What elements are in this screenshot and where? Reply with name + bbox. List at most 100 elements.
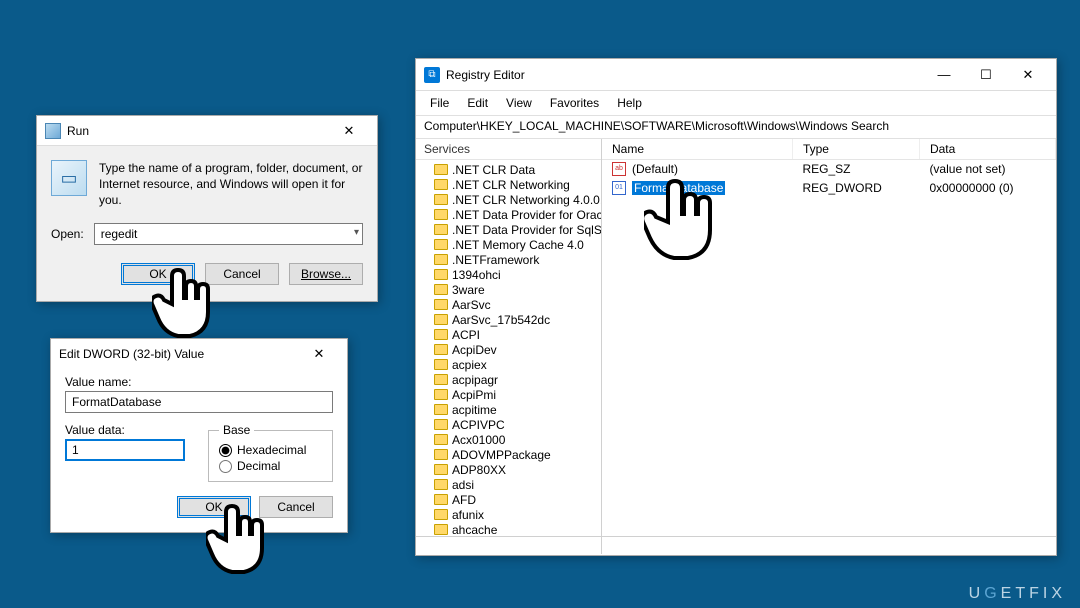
folder-icon [434, 449, 448, 460]
close-icon[interactable]: ✕ [1008, 61, 1048, 89]
dec-radio[interactable]: Decimal [219, 459, 322, 473]
folder-icon [434, 524, 448, 535]
tree-item[interactable]: .NET CLR Networking 4.0.0.0 [434, 192, 601, 207]
run-icon-small [45, 123, 61, 139]
values-pane[interactable]: Name Type Data ab(Default)REG_SZ(value n… [602, 139, 1056, 536]
open-label: Open: [51, 227, 84, 241]
folder-icon [434, 164, 448, 175]
folder-icon [434, 224, 448, 235]
folder-icon [434, 344, 448, 355]
edit-dword-dialog: Edit DWORD (32-bit) Value ✕ Value name: … [50, 338, 348, 533]
open-input[interactable] [94, 223, 363, 245]
folder-icon [434, 179, 448, 190]
tree-item[interactable]: ahcache [434, 522, 601, 536]
tree-item[interactable]: 1394ohci [434, 267, 601, 282]
dword-title: Edit DWORD (32-bit) Value [59, 347, 204, 361]
col-name[interactable]: Name [602, 139, 792, 160]
string-value-icon: ab [612, 162, 626, 176]
tree-header: Services [416, 139, 601, 160]
tree-item[interactable]: ACPI [434, 327, 601, 342]
valuename-label: Value name: [65, 375, 333, 389]
folder-icon [434, 209, 448, 220]
browse-button[interactable]: Browse... [289, 263, 363, 285]
run-dialog: Run ✕ ▭ Type the name of a program, fold… [36, 115, 378, 302]
regedit-window: ⧉ Registry Editor — ☐ ✕ File Edit View F… [415, 58, 1057, 556]
col-data[interactable]: Data [919, 139, 1055, 160]
hex-radio[interactable]: Hexadecimal [219, 443, 322, 457]
cancel-button[interactable]: Cancel [259, 496, 333, 518]
close-icon[interactable]: ✕ [329, 117, 369, 145]
folder-icon [434, 239, 448, 250]
valuedata-label: Value data: [65, 423, 190, 437]
valuename-input[interactable] [65, 391, 333, 413]
tree-item[interactable]: AcpiDev [434, 342, 601, 357]
folder-icon [434, 194, 448, 205]
folder-icon [434, 374, 448, 385]
folder-icon [434, 359, 448, 370]
regedit-icon: ⧉ [424, 67, 440, 83]
folder-icon [434, 299, 448, 310]
base-label: Base [219, 423, 254, 437]
menu-edit[interactable]: Edit [459, 93, 496, 113]
value-row[interactable]: 01FormatDatabaseREG_DWORD0x00000000 (0) [602, 179, 1056, 198]
run-title: Run [67, 124, 89, 138]
folder-icon [434, 404, 448, 415]
cancel-button[interactable]: Cancel [205, 263, 279, 285]
address-bar[interactable]: Computer\HKEY_LOCAL_MACHINE\SOFTWARE\Mic… [416, 116, 1056, 139]
folder-icon [434, 389, 448, 400]
folder-icon [434, 254, 448, 265]
regedit-title: Registry Editor [446, 68, 525, 82]
menu-help[interactable]: Help [609, 93, 650, 113]
tree-item[interactable]: ACPIVPC [434, 417, 601, 432]
tree-item[interactable]: AcpiPmi [434, 387, 601, 402]
tree-item[interactable]: .NET Memory Cache 4.0 [434, 237, 601, 252]
dword-value-icon: 01 [612, 181, 626, 195]
tree-pane[interactable]: Services .NET CLR Data.NET CLR Networkin… [416, 139, 602, 536]
base-group: Base Hexadecimal Decimal [208, 423, 333, 482]
ok-button[interactable]: OK [177, 496, 251, 518]
regedit-titlebar[interactable]: ⧉ Registry Editor — ☐ ✕ [416, 59, 1056, 91]
run-description: Type the name of a program, folder, docu… [99, 160, 363, 209]
tree-item[interactable]: ADOVMPPackage [434, 447, 601, 462]
menu-view[interactable]: View [498, 93, 540, 113]
tree-item[interactable]: .NET CLR Data [434, 162, 601, 177]
tree-item[interactable]: acpipagr [434, 372, 601, 387]
run-program-icon: ▭ [51, 160, 87, 196]
folder-icon [434, 329, 448, 340]
tree-item[interactable]: ADP80XX [434, 462, 601, 477]
menu-file[interactable]: File [422, 93, 457, 113]
close-icon[interactable]: ✕ [299, 340, 339, 368]
dword-titlebar[interactable]: Edit DWORD (32-bit) Value ✕ [51, 339, 347, 369]
tree-item[interactable]: AarSvc_17b542dc [434, 312, 601, 327]
tree-item[interactable]: .NET Data Provider for SqlServer [434, 222, 601, 237]
run-titlebar[interactable]: Run ✕ [37, 116, 377, 146]
tree-item[interactable]: .NET CLR Networking [434, 177, 601, 192]
folder-icon [434, 464, 448, 475]
menubar: File Edit View Favorites Help [416, 91, 1056, 116]
folder-icon [434, 284, 448, 295]
col-type[interactable]: Type [792, 139, 919, 160]
value-row[interactable]: ab(Default)REG_SZ(value not set) [602, 160, 1056, 179]
tree-item[interactable]: .NETFramework [434, 252, 601, 267]
ok-button[interactable]: OK [121, 263, 195, 285]
tree-item[interactable]: acpiex [434, 357, 601, 372]
folder-icon [434, 314, 448, 325]
tree-item[interactable]: .NET Data Provider for Oracle [434, 207, 601, 222]
folder-icon [434, 494, 448, 505]
folder-icon [434, 509, 448, 520]
folder-icon [434, 434, 448, 445]
tree-item[interactable]: acpitime [434, 402, 601, 417]
tree-item[interactable]: AarSvc [434, 297, 601, 312]
folder-icon [434, 419, 448, 430]
tree-item[interactable]: Acx01000 [434, 432, 601, 447]
tree-item[interactable]: afunix [434, 507, 601, 522]
folder-icon [434, 269, 448, 280]
tree-item[interactable]: adsi [434, 477, 601, 492]
tree-item[interactable]: 3ware [434, 282, 601, 297]
valuedata-input[interactable] [65, 439, 185, 461]
tree-item[interactable]: AFD [434, 492, 601, 507]
minimize-icon[interactable]: — [924, 61, 964, 89]
maximize-icon[interactable]: ☐ [966, 61, 1006, 89]
menu-favorites[interactable]: Favorites [542, 93, 607, 113]
watermark: UGETFIX [969, 585, 1066, 603]
